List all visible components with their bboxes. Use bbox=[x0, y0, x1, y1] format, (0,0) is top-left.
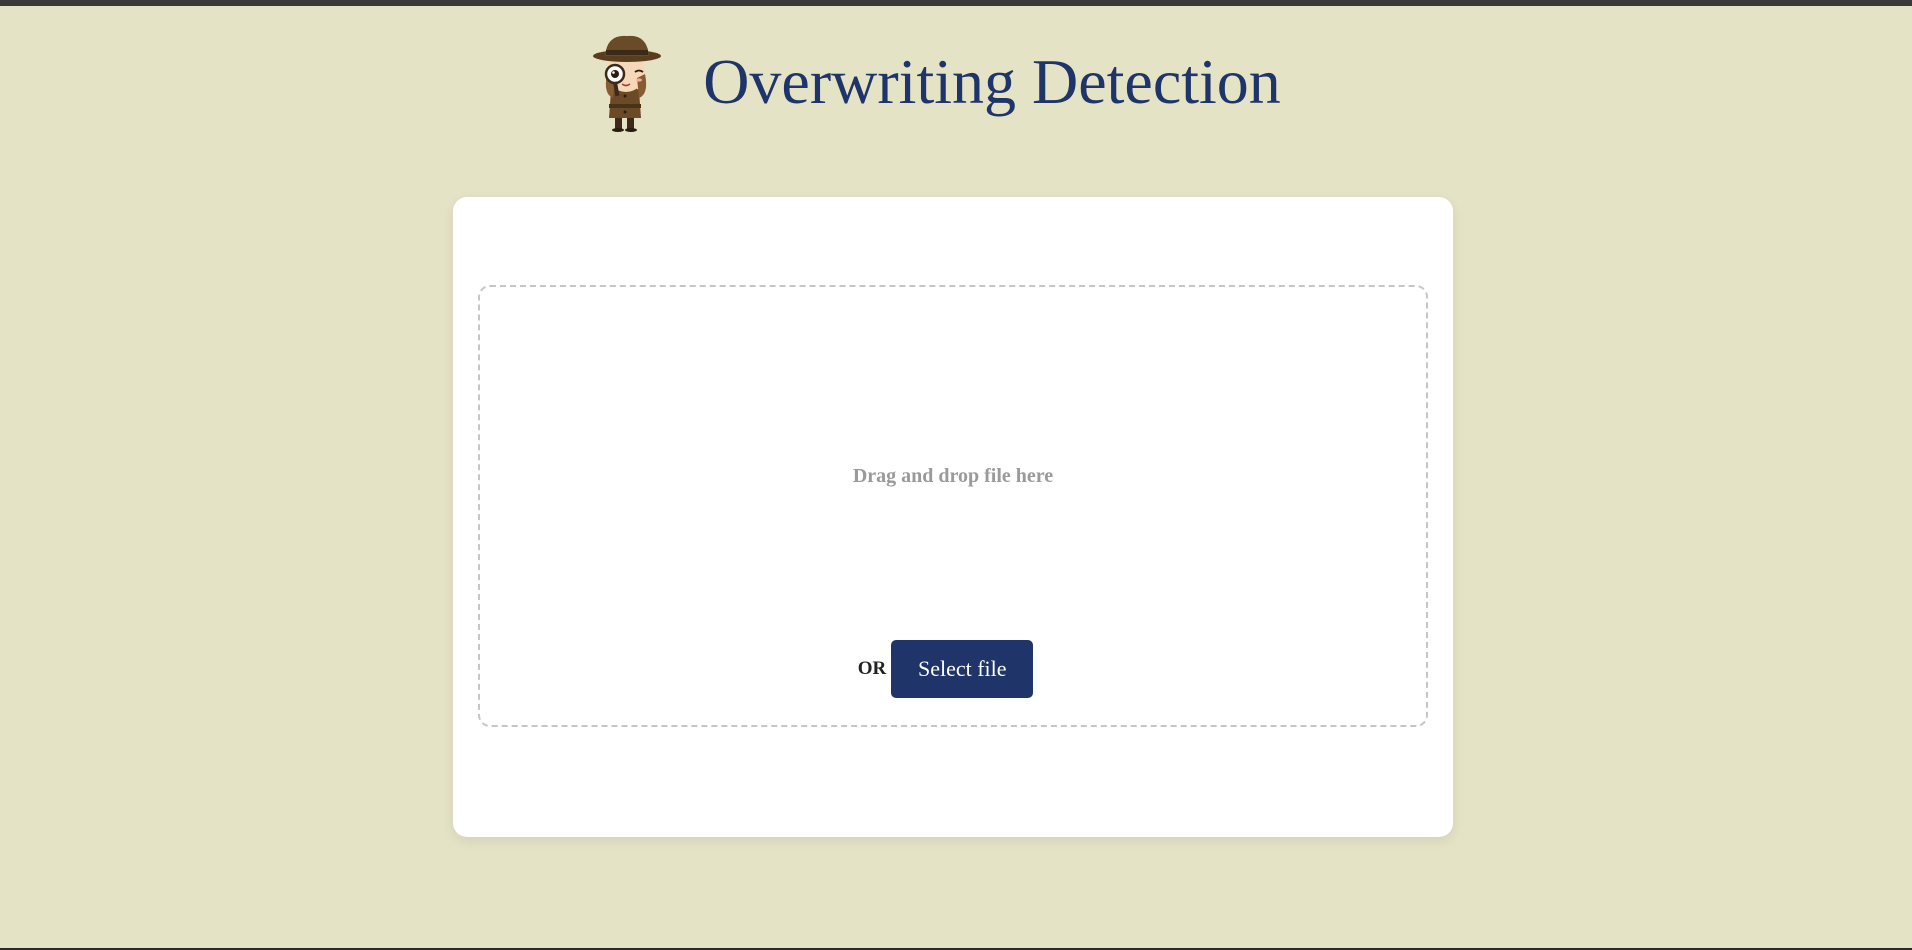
page-title: Overwriting Detection bbox=[703, 46, 1281, 117]
detective-mascot-icon bbox=[593, 35, 662, 132]
dropzone-instruction: Drag and drop file here bbox=[852, 465, 1054, 487]
file-dropzone[interactable]: Drag and drop file here OR Select file bbox=[478, 285, 1428, 727]
select-file-row: OR Select file bbox=[480, 640, 1426, 698]
or-label: OR bbox=[857, 658, 887, 679]
page-header: Overwriting Detection bbox=[0, 30, 1912, 134]
upload-card: Drag and drop file here OR Select file bbox=[453, 197, 1453, 837]
select-file-button[interactable]: Select file bbox=[891, 640, 1034, 698]
top-border bbox=[0, 0, 1912, 6]
